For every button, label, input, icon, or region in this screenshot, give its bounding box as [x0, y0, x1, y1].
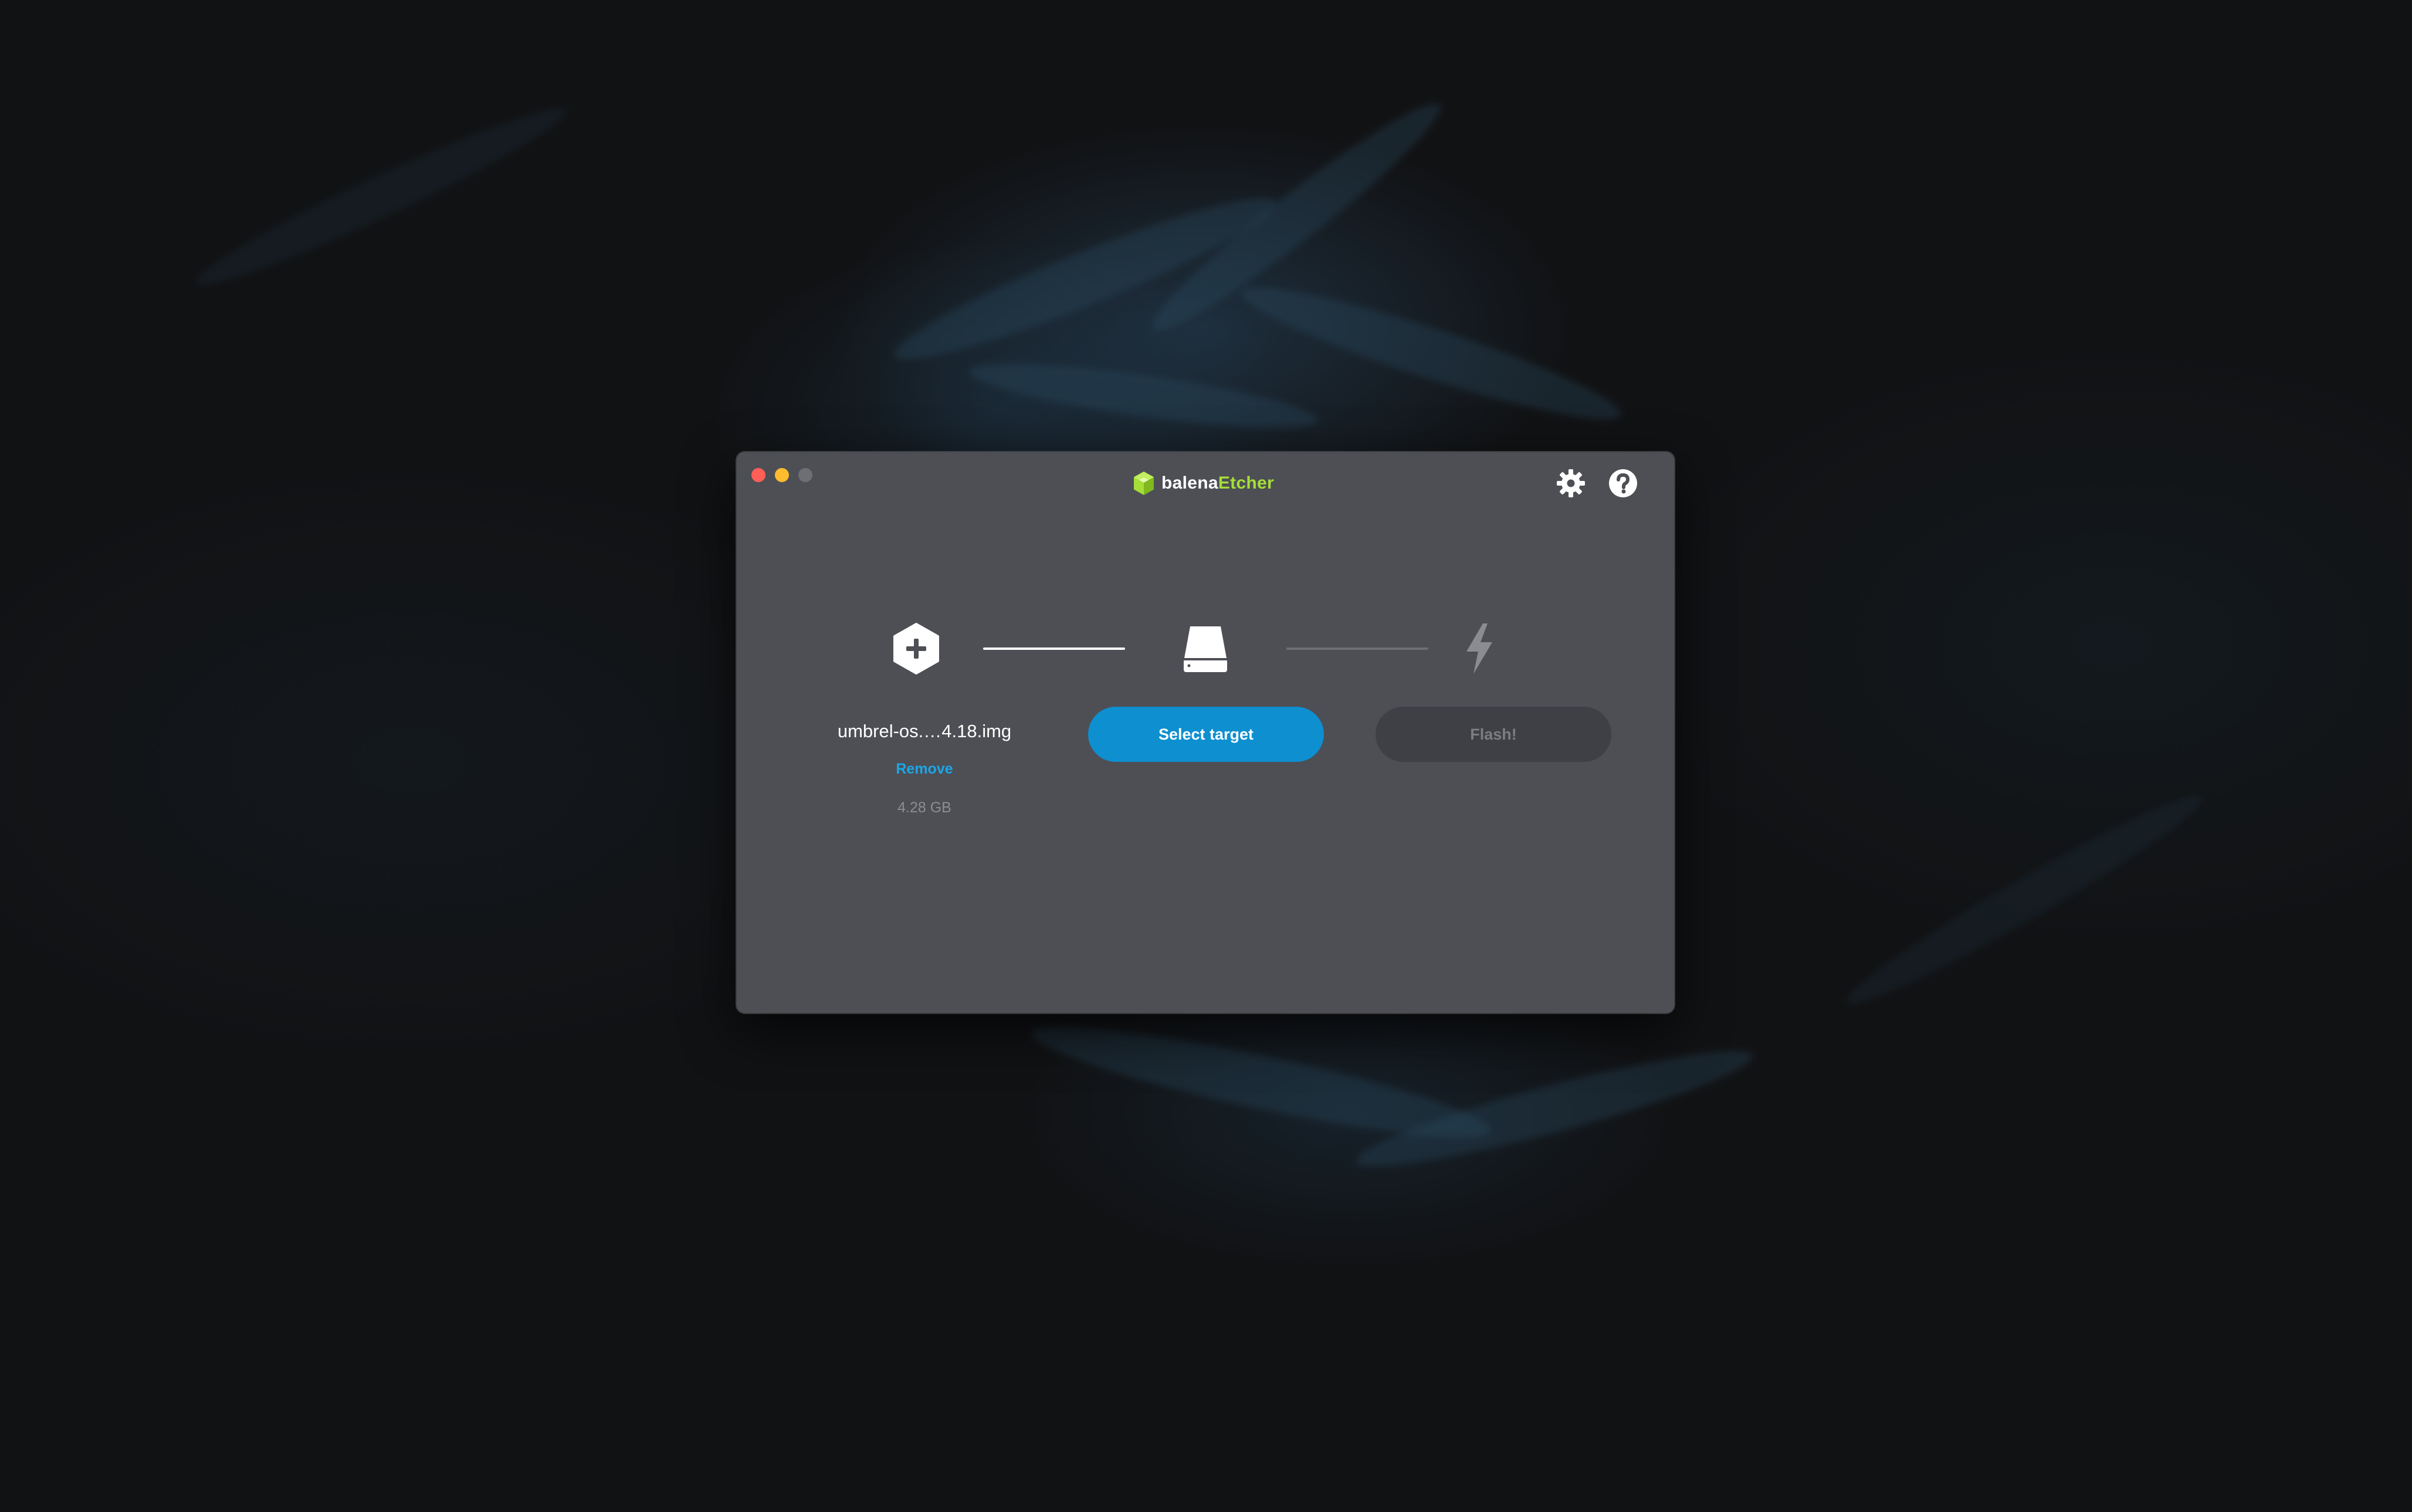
- step-connector-1: [983, 647, 1125, 650]
- plus-hexagon-icon: [893, 623, 939, 674]
- help-button[interactable]: [1607, 467, 1639, 500]
- wallpaper-frond: [1835, 779, 2212, 1021]
- gear-icon: [1557, 469, 1585, 497]
- window-close-button[interactable]: [751, 468, 765, 482]
- brand-suffix: Etcher: [1218, 473, 1275, 493]
- selected-file-size: 4.28 GB: [897, 799, 951, 816]
- lightning-bolt-icon: [1466, 623, 1492, 674]
- etcher-window: balena Etcher umbrel-os.…4.18.img Remove…: [737, 452, 1674, 1013]
- wallpaper-frond: [967, 351, 1321, 441]
- drive-icon: [1184, 626, 1227, 672]
- balena-cube-icon: [1134, 472, 1154, 495]
- wallpaper-frond: [187, 91, 576, 302]
- step-connector-2: [1286, 647, 1428, 650]
- flash-step-icon: [1462, 622, 1497, 675]
- brand-prefix: balena: [1161, 473, 1218, 493]
- selected-file-name: umbrel-os.…4.18.img: [837, 721, 1012, 741]
- app-logo: balena Etcher: [1132, 470, 1274, 497]
- remove-image-link[interactable]: Remove: [854, 761, 995, 778]
- question-mark-icon: [1609, 469, 1637, 497]
- select-target-step-icon[interactable]: [1180, 622, 1231, 675]
- window-minimize-button[interactable]: [775, 468, 789, 482]
- flash-button[interactable]: Flash!: [1376, 707, 1611, 762]
- window-maximize-button[interactable]: [798, 468, 812, 482]
- select-target-button[interactable]: Select target: [1088, 707, 1324, 762]
- settings-button[interactable]: [1554, 467, 1587, 500]
- select-image-step-icon[interactable]: [892, 622, 941, 675]
